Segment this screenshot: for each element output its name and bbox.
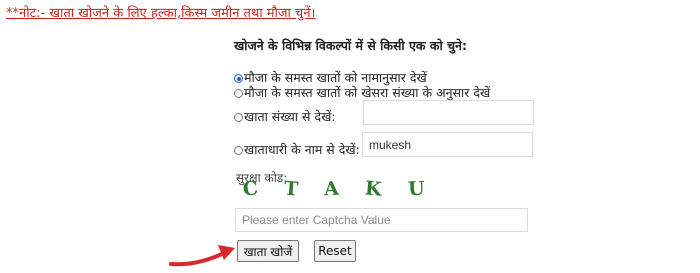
option-label: खाताधारी के नाम से देखें:	[244, 142, 360, 157]
captcha-char: T	[283, 177, 300, 201]
captcha-char: A	[323, 177, 340, 201]
owner-name-input[interactable]: mukesh	[362, 132, 533, 157]
search-options-heading: खोजने के विभिन्न विकल्पों में से किसी एक…	[234, 38, 467, 53]
radio-khata-number[interactable]	[234, 113, 243, 122]
captcha-image: CTAKU	[241, 177, 450, 201]
notice-text: **नोट:- खाता खोजने के लिए हल्का,किस्म जम…	[6, 6, 316, 21]
search-khata-button[interactable]: खाता खोजें	[237, 240, 299, 262]
option-mauza-by-khesra[interactable]: मौजा के समस्त खातों को खेसरा संख्या के अ…	[234, 84, 490, 101]
option-label: मौजा के समस्त खातों को खेसरा संख्या के अ…	[244, 85, 491, 100]
captcha-char: U	[407, 177, 425, 201]
captcha-input[interactable]: Please enter Captcha Value	[235, 208, 528, 232]
radio-mauza-by-name[interactable]	[234, 74, 243, 83]
option-khata-number[interactable]: खाता संख्या से देखें:	[234, 108, 336, 125]
red-arrow-icon	[169, 245, 235, 267]
reset-button[interactable]: Reset	[314, 240, 356, 262]
option-label: खाता संख्या से देखें:	[244, 109, 336, 124]
khata-number-input[interactable]	[363, 100, 534, 125]
radio-owner-name[interactable]	[234, 146, 243, 155]
captcha-char: C	[241, 177, 260, 201]
captcha-char: K	[364, 177, 383, 201]
option-owner-name[interactable]: खाताधारी के नाम से देखें:	[234, 141, 360, 158]
radio-mauza-by-khesra[interactable]	[234, 89, 243, 98]
